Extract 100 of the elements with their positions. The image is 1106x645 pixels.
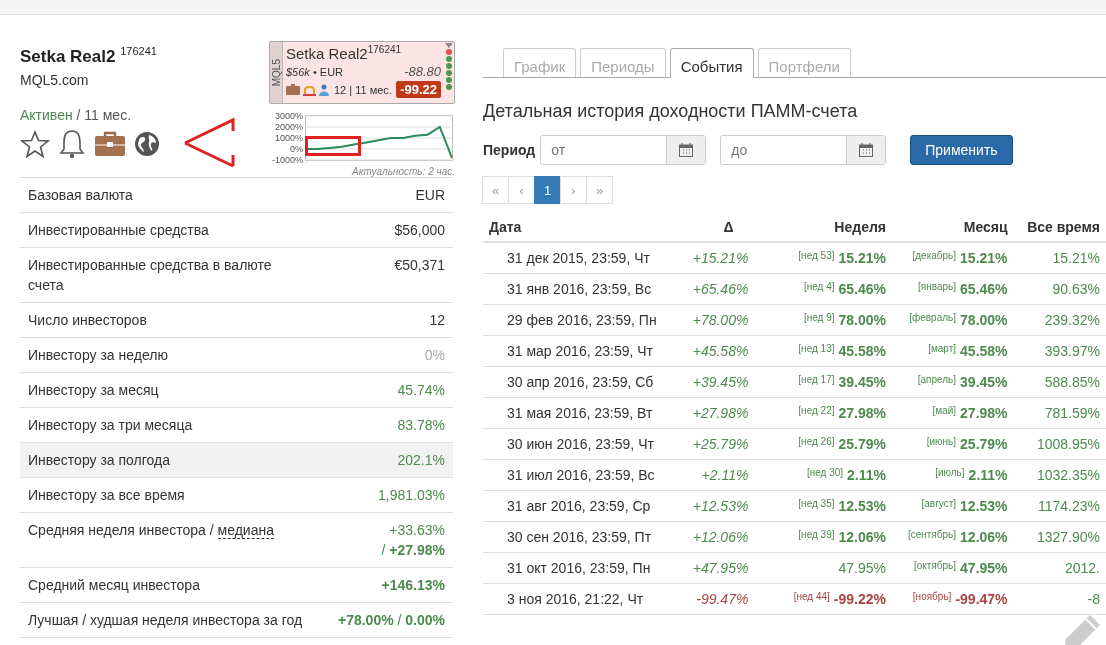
apply-button[interactable]: Применить bbox=[910, 135, 1013, 165]
delta-cell: +78.00% bbox=[678, 304, 779, 336]
week-tag: [нед 9] bbox=[803, 312, 835, 323]
median-link[interactable]: медиана bbox=[217, 522, 274, 539]
total-cell: 393.97% bbox=[1013, 335, 1106, 367]
period-label: Период bbox=[483, 142, 536, 158]
date-cell: 30 сен 2016, 23:59, Пт bbox=[483, 521, 679, 553]
arrow-annotation bbox=[183, 117, 235, 169]
axis-label: 0% bbox=[290, 144, 303, 154]
column-header: Δ bbox=[678, 213, 779, 242]
investor-count: 12 | 11 мес. bbox=[334, 83, 392, 96]
account-widget[interactable]: MQL5 Setka Real2$^{176241}$ $56k • EUR -88.80 12 | 11 мес. -99.22 bbox=[269, 41, 455, 104]
total-cell: 1174.23% bbox=[1013, 490, 1106, 522]
date-cell: 3 ноя 2016, 21:22, Чт bbox=[483, 583, 679, 615]
week-value: -99.22% bbox=[833, 591, 886, 607]
page-button[interactable]: ‹ bbox=[508, 176, 535, 204]
month-value: 27.98% bbox=[960, 405, 1008, 421]
calendar-icon[interactable] bbox=[679, 143, 694, 157]
date-cell: 31 янв 2016, 23:59, Вс bbox=[483, 273, 679, 305]
section-heading: Детальная история доходности ПАММ-счета bbox=[483, 101, 859, 122]
stat-value: 1,981.03% bbox=[378, 486, 445, 505]
page-button[interactable]: « bbox=[482, 176, 509, 204]
date-input[interactable]: до bbox=[721, 136, 847, 164]
delta-cell: +45.58% bbox=[678, 335, 779, 367]
week-value: 12.06% bbox=[838, 529, 886, 545]
delta-cell: +15.21% bbox=[678, 242, 779, 274]
month-value: 12.06% bbox=[960, 529, 1008, 545]
column-header: Все время bbox=[1013, 213, 1106, 242]
axis-label: 3000% bbox=[274, 111, 303, 121]
stat-value: 202.1% bbox=[397, 451, 445, 470]
stat-label: Лучшая / худшая неделя инвестора за год bbox=[28, 611, 303, 630]
stat-value: 45.74% bbox=[397, 381, 445, 400]
axis-label: 2000% bbox=[274, 122, 303, 132]
stat-label: Инвестору за три месяца bbox=[28, 416, 193, 435]
week-tag: [нед 26] bbox=[798, 436, 835, 447]
widget-value: -88.80 bbox=[404, 64, 441, 79]
briefcase-icon[interactable] bbox=[94, 130, 126, 157]
month-value: 65.46% bbox=[960, 281, 1008, 297]
total-cell: -8 bbox=[1013, 583, 1106, 615]
month-value: 12.53% bbox=[960, 498, 1008, 514]
page-button[interactable]: » bbox=[586, 176, 613, 204]
total-cell: 1327.90% bbox=[1013, 521, 1106, 553]
total-cell: 588.85% bbox=[1013, 366, 1106, 398]
column-header: Месяц bbox=[892, 213, 1014, 242]
total-cell: 239.32% bbox=[1013, 304, 1106, 336]
week-tag: [нед 13] bbox=[798, 343, 835, 354]
tab[interactable]: Периоды bbox=[580, 48, 666, 77]
date-cell: 31 авг 2016, 23:59, Ср bbox=[483, 490, 679, 522]
stat-value: +33.63% / +27.98% bbox=[381, 521, 445, 560]
week-value: 25.79% bbox=[838, 436, 886, 452]
week-tag: [нед 4] bbox=[803, 281, 835, 292]
month-tag: [март] bbox=[928, 343, 957, 354]
week-tag: [нед 39] bbox=[798, 529, 835, 540]
dropdown-icon[interactable] bbox=[445, 43, 453, 48]
month-value: 15.21% bbox=[960, 250, 1008, 266]
stat-label: Число инвесторов bbox=[28, 311, 147, 330]
stat-label: Инвестору за все время bbox=[28, 486, 185, 505]
tab[interactable]: События bbox=[669, 48, 754, 78]
briefcase-icon bbox=[286, 84, 300, 95]
date-field[interactable]: от bbox=[540, 135, 707, 165]
total-cell: 1008.95% bbox=[1013, 428, 1106, 460]
week-tag: [нед 17] bbox=[798, 374, 835, 385]
date-field[interactable]: до bbox=[720, 135, 887, 165]
globe-icon[interactable] bbox=[134, 130, 160, 157]
date-cell: 31 дек 2015, 23:59, Чт bbox=[483, 242, 679, 274]
delta-cell: +25.79% bbox=[678, 428, 779, 460]
stat-value: EUR bbox=[415, 186, 445, 205]
calendar-icon[interactable] bbox=[859, 143, 874, 157]
month-tag: [сентябрь] bbox=[907, 529, 957, 540]
week-tag: [нед 35] bbox=[798, 498, 835, 509]
date-cell: 30 апр 2016, 23:59, Сб bbox=[483, 366, 679, 398]
tab[interactable]: Портфели bbox=[757, 48, 851, 77]
result-badge: -99.22 bbox=[396, 81, 441, 98]
month-tag: [ноябрь] bbox=[912, 591, 952, 602]
highlight-box bbox=[305, 136, 361, 156]
page-button[interactable]: › bbox=[560, 176, 587, 204]
month-tag: [февраль] bbox=[909, 312, 957, 323]
stat-label: Средняя неделя инвестора / медиана bbox=[28, 521, 274, 540]
star-icon[interactable] bbox=[20, 129, 50, 158]
week-value: 47.95% bbox=[838, 560, 886, 576]
column-header: Неделя bbox=[778, 213, 892, 242]
stat-value: 83.78% bbox=[397, 416, 445, 435]
month-tag: [апрель] bbox=[917, 374, 957, 385]
total-cell: 90.63% bbox=[1013, 273, 1106, 305]
site-name: MQL5.com bbox=[20, 71, 90, 88]
bell-icon[interactable] bbox=[58, 128, 86, 159]
date-input[interactable]: от bbox=[541, 136, 667, 164]
month-tag: [июнь] bbox=[926, 436, 957, 447]
date-cell: 31 мар 2016, 23:59, Чт bbox=[483, 335, 679, 367]
week-value: 27.98% bbox=[838, 405, 886, 421]
month-value: 78.00% bbox=[960, 312, 1008, 328]
tab[interactable]: График bbox=[503, 48, 577, 77]
update-caption: Актуальность: 2 час. bbox=[350, 166, 455, 177]
stat-label: Инвестору за полгода bbox=[28, 451, 170, 470]
delta-cell: -99.47% bbox=[678, 583, 779, 615]
delta-cell: +47.95% bbox=[678, 552, 779, 584]
axis-label: -1000% bbox=[271, 155, 303, 163]
page-button[interactable]: 1 bbox=[534, 176, 561, 204]
month-tag: [май] bbox=[932, 405, 957, 416]
stat-label: Базовая валюта bbox=[28, 186, 133, 205]
